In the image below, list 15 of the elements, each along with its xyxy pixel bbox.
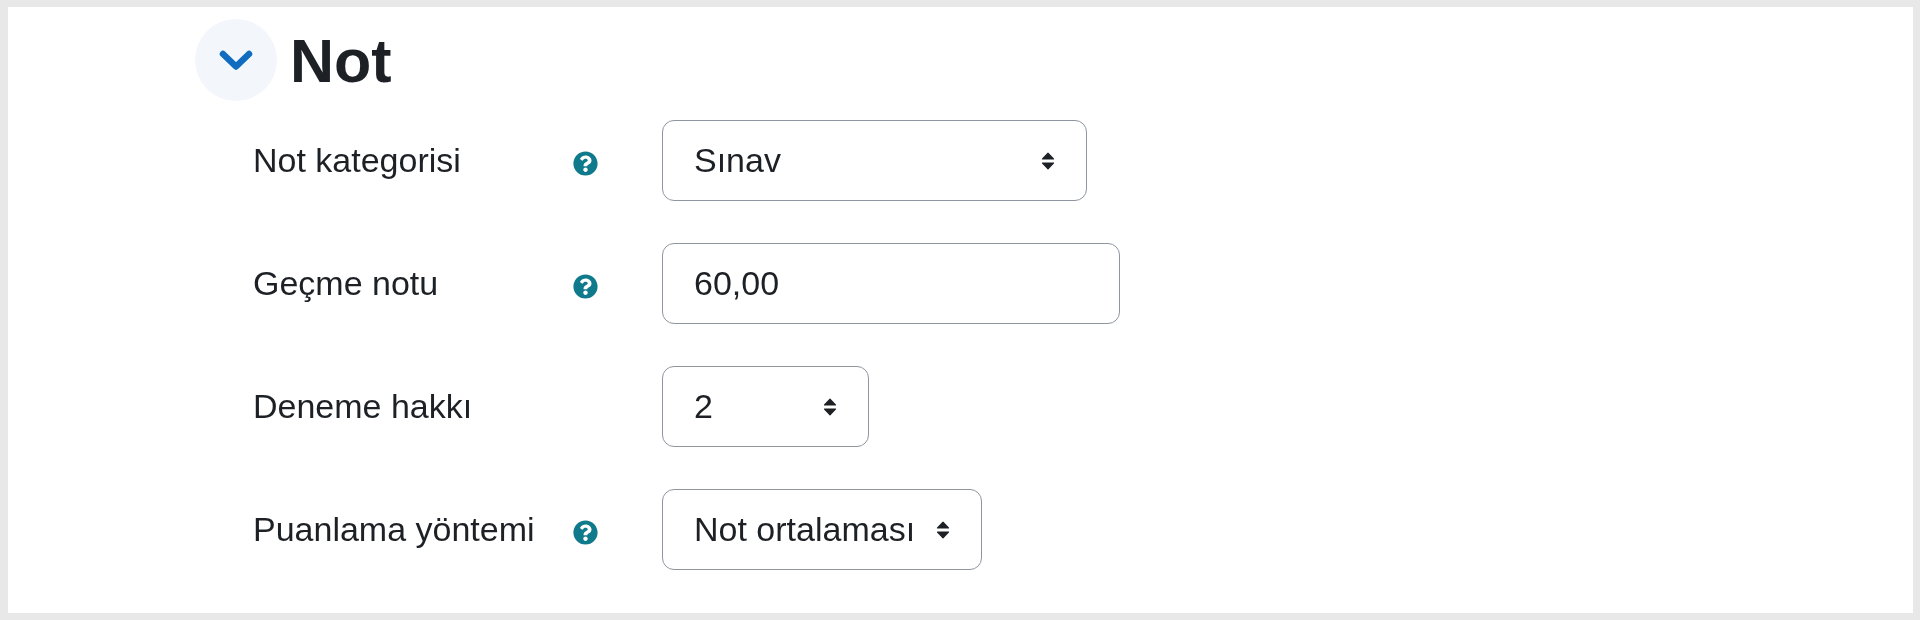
sort-caret-icon (936, 520, 950, 539)
sort-caret-icon (1041, 151, 1055, 170)
section-heading: Not (290, 28, 392, 96)
help-icon[interactable] (573, 273, 598, 299)
sort-caret-icon (823, 397, 837, 416)
field-label: Puanlama yöntemi (253, 509, 535, 550)
help-icon[interactable] (573, 519, 598, 545)
help-icon[interactable] (573, 150, 598, 176)
field-label: Deneme hakkı (253, 386, 473, 427)
dropdown[interactable]: Sınav (662, 120, 1087, 201)
dropdown[interactable]: 2 (662, 366, 869, 447)
field-label: Geçme notu (253, 263, 439, 304)
field-label: Not kategorisi (253, 140, 461, 181)
text-field[interactable]: 60,00 (662, 243, 1120, 324)
dropdown[interactable]: Not ortalaması (662, 489, 982, 570)
